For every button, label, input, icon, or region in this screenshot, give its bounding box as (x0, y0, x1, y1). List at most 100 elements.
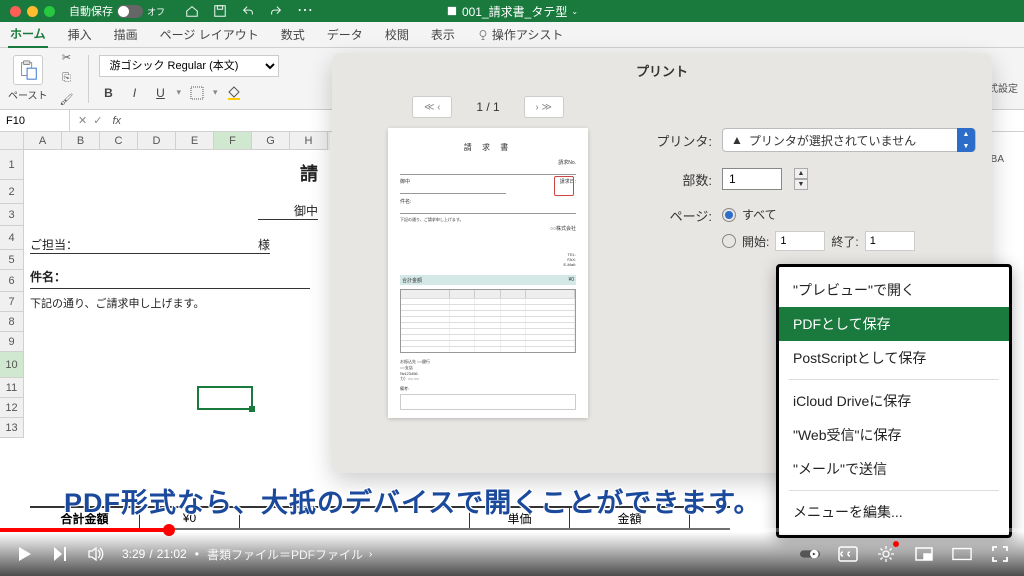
col-header[interactable]: F (214, 132, 252, 150)
row-header[interactable]: 12 (0, 398, 24, 418)
volume-button[interactable] (86, 544, 106, 564)
pages-range-radio[interactable] (722, 234, 736, 248)
printer-selector[interactable]: ▲ プリンタが選択されていません ▲▼ (722, 128, 976, 152)
fullscreen-button[interactable] (990, 544, 1010, 564)
paste-group: ペースト (8, 55, 48, 102)
video-controls: 3:29/21:02 • 書類ファイル＝PDFファイル › (0, 532, 1024, 576)
tab-formulas[interactable]: 数式 (279, 22, 307, 47)
row-header[interactable]: 11 (0, 378, 24, 398)
copies-step-down[interactable]: ▼ (794, 179, 808, 190)
save-icon[interactable] (213, 4, 227, 18)
video-subtitle: PDF形式なら、大抵のデバイスで開くことができます。 (64, 481, 762, 520)
row-header[interactable]: 7 (0, 292, 24, 312)
copies-input[interactable] (722, 168, 782, 190)
font-selector[interactable]: 游ゴシック Regular (本文) (99, 55, 279, 77)
confirm-formula-icon[interactable]: ✓ (93, 114, 102, 127)
pages-all-radio[interactable] (722, 208, 736, 222)
italic-button[interactable]: I (125, 83, 145, 103)
autosave-toggle[interactable] (117, 5, 143, 18)
page-to-input[interactable] (865, 231, 915, 251)
chapter-title[interactable]: 書類ファイル＝PDFファイル (207, 546, 363, 563)
menu-open-preview[interactable]: "プレビュー"で開く (779, 273, 1009, 307)
fx-label[interactable]: fx (112, 115, 121, 127)
cancel-formula-icon[interactable]: ✕ (78, 114, 87, 127)
border-button[interactable] (187, 83, 207, 103)
row-header[interactable]: 9 (0, 332, 24, 352)
more-icon[interactable]: ⋯ (297, 6, 313, 16)
paste-button[interactable] (13, 55, 43, 85)
theater-button[interactable] (952, 544, 972, 564)
window-close-button[interactable] (10, 6, 21, 17)
menu-save-icloud[interactable]: iCloud Driveに保存 (779, 384, 1009, 418)
miniplayer-button[interactable] (914, 544, 934, 564)
name-box[interactable]: F10 (0, 110, 70, 131)
tab-home[interactable]: ホーム (8, 21, 48, 48)
row-header[interactable]: 2 (0, 180, 24, 204)
last-page-button[interactable]: › ≫ (524, 96, 564, 118)
col-header[interactable]: C (100, 132, 138, 150)
copies-step-up[interactable]: ▲ (794, 168, 808, 179)
worksheet[interactable]: A B C D E F G H 請 御中 ご担当：様 件名： 下記の通り、ご請求… (0, 132, 330, 532)
col-header[interactable]: G (252, 132, 290, 150)
tab-draw[interactable]: 描画 (112, 22, 140, 47)
col-header[interactable]: B (62, 132, 100, 150)
page-from-input[interactable] (775, 231, 825, 251)
tab-data[interactable]: データ (325, 22, 365, 47)
cut-button[interactable]: ✂ (56, 49, 78, 67)
quick-access-toolbar: ⋯ (185, 4, 313, 18)
bold-button[interactable]: B (99, 83, 119, 103)
menu-save-postscript[interactable]: PostScriptとして保存 (779, 341, 1009, 375)
window-minimize-button[interactable] (27, 6, 38, 17)
video-time: 3:29/21:02 • 書類ファイル＝PDFファイル › (122, 546, 372, 563)
pdf-dropdown-menu: "プレビュー"で開く PDFとして保存 PostScriptとして保存 iClo… (776, 264, 1012, 538)
play-button[interactable] (14, 544, 34, 564)
autoplay-toggle[interactable] (800, 544, 820, 564)
window-maximize-button[interactable] (44, 6, 55, 17)
row-header[interactable]: 6 (0, 270, 24, 292)
next-button[interactable] (50, 544, 70, 564)
stamp-icon (554, 176, 574, 196)
col-header[interactable]: E (176, 132, 214, 150)
print-preview-page: 請 求 書 請求No. 御中請求日: 件名: 下記の通り、ご請求申し上げます。 … (388, 128, 588, 418)
menu-save-pdf[interactable]: PDFとして保存 (779, 307, 1009, 341)
print-dialog-title: プリント (332, 53, 992, 88)
row-header[interactable]: 13 (0, 418, 24, 438)
col-header[interactable]: D (138, 132, 176, 150)
row-header[interactable]: 5 (0, 250, 24, 270)
row-header[interactable]: 8 (0, 312, 24, 332)
undo-icon[interactable] (241, 4, 255, 18)
first-page-button[interactable]: ≪ ‹ (412, 96, 452, 118)
row-header[interactable]: 1 (0, 150, 24, 180)
printer-label: プリンタ: (652, 131, 712, 150)
copy-button[interactable]: ⎘ (56, 70, 78, 88)
row-header[interactable]: 10 (0, 352, 24, 378)
tab-layout[interactable]: ページ レイアウト (158, 22, 261, 47)
warning-icon: ▲ (731, 133, 743, 147)
menu-send-mail[interactable]: "メール"で送信 (779, 452, 1009, 486)
tab-review[interactable]: 校閲 (383, 22, 411, 47)
col-header[interactable]: H (290, 132, 328, 150)
menu-save-web[interactable]: "Web受信"に保存 (779, 418, 1009, 452)
select-all-corner[interactable] (0, 132, 24, 150)
home-icon[interactable] (185, 4, 199, 18)
settings-button[interactable] (876, 544, 896, 564)
page-indicator: 1 / 1 (476, 100, 499, 114)
captions-button[interactable] (838, 544, 858, 564)
col-header[interactable]: A (24, 132, 62, 150)
row-header[interactable]: 3 (0, 204, 24, 226)
worksheet-content: 請 御中 ご担当：様 件名： 下記の通り、ご請求申し上げます。 (24, 150, 324, 321)
selected-cell[interactable] (197, 386, 253, 410)
row-header[interactable]: 4 (0, 226, 24, 250)
fill-color-button[interactable] (224, 83, 244, 103)
menu-edit-menu[interactable]: メニューを編集... (779, 495, 1009, 529)
underline-button[interactable]: U (151, 83, 171, 103)
paste-label: ペースト (8, 87, 48, 102)
redo-icon[interactable] (269, 4, 283, 18)
tab-assist[interactable]: 操作アシスト (475, 22, 566, 47)
dropdown-arrows-icon[interactable]: ▲▼ (957, 128, 975, 152)
copies-label: 部数: (652, 170, 712, 189)
tab-view[interactable]: 表示 (429, 22, 457, 47)
tab-insert[interactable]: 挿入 (66, 22, 94, 47)
autosave-indicator: 自動保存 オフ (69, 3, 165, 19)
format-painter-button[interactable]: 🖌 (56, 91, 78, 109)
